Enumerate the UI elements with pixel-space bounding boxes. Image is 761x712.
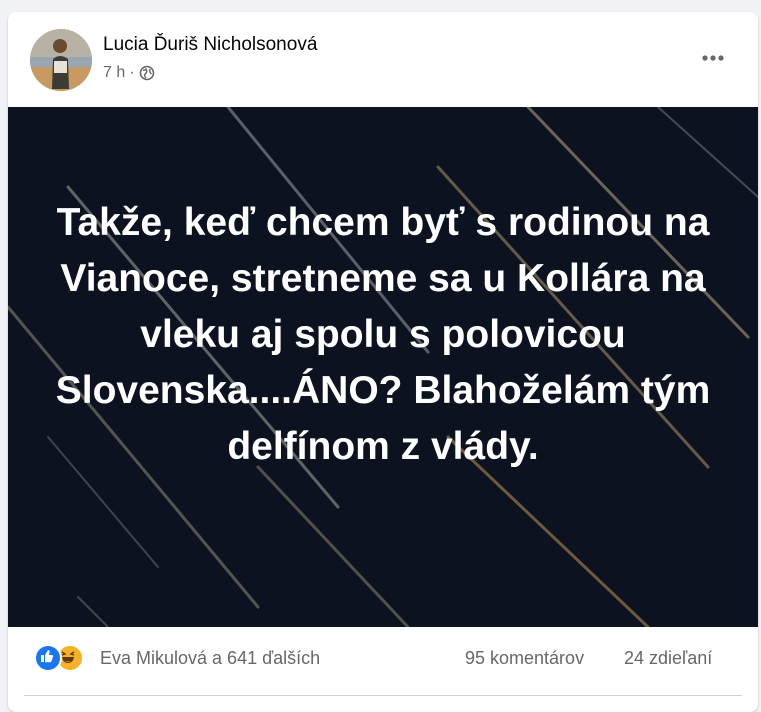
avatar[interactable] bbox=[30, 29, 92, 91]
post-image-text: Takže, keď chcem byť s rodinou na Vianoc… bbox=[55, 201, 711, 468]
post-image[interactable]: Takže, keď chcem byť s rodinou na Vianoc… bbox=[8, 107, 758, 627]
post-header: Lucia Ďuriš Nicholsonová 7 h · bbox=[8, 12, 758, 107]
like-icon bbox=[34, 644, 62, 672]
globe-icon[interactable] bbox=[139, 65, 155, 81]
author-name[interactable]: Lucia Ďuriš Nicholsonová bbox=[103, 34, 317, 56]
divider bbox=[24, 695, 742, 696]
meta-separator: · bbox=[129, 64, 135, 81]
shares-count[interactable]: 24 zdieľaní bbox=[624, 648, 712, 669]
reaction-icons[interactable] bbox=[34, 644, 84, 672]
reactors-summary[interactable]: Eva Mikulová a 641 ďalších bbox=[100, 648, 320, 669]
comments-count[interactable]: 95 komentárov bbox=[465, 648, 584, 669]
post-stats-bar: Eva Mikulová a 641 ďalších 95 komentárov… bbox=[8, 627, 758, 697]
post-time[interactable]: 7 h bbox=[103, 64, 125, 82]
post-meta: 7 h · bbox=[103, 64, 155, 82]
post-card: Lucia Ďuriš Nicholsonová 7 h · Takže, ke… bbox=[8, 12, 758, 712]
more-options-icon[interactable] bbox=[698, 46, 728, 70]
